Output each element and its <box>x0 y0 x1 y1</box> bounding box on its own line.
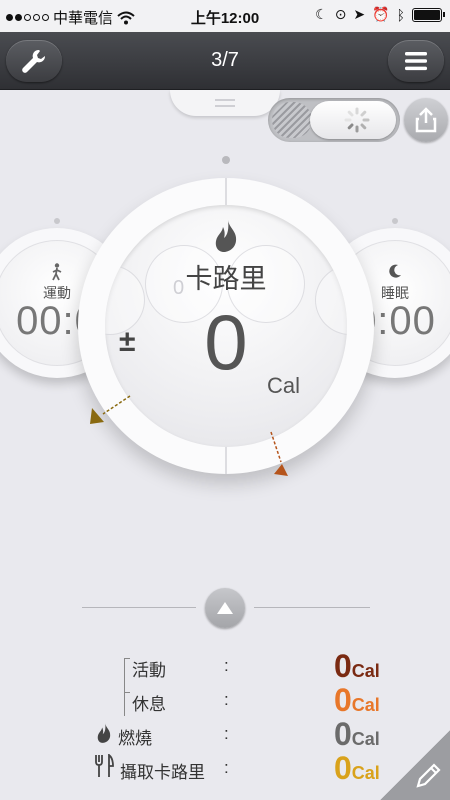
stat-colon: : <box>224 724 229 743</box>
divider-left <box>82 607 196 608</box>
stat-label: 活動 <box>132 661 166 680</box>
stat-row-rest: 休息 : 0Cal <box>0 682 450 719</box>
divider-right <box>254 607 370 608</box>
triangle-up-icon <box>217 602 233 614</box>
fork-knife-icon <box>95 754 114 777</box>
stat-unit: Cal <box>351 763 380 783</box>
flame-icon <box>97 723 111 743</box>
goal-marker-right[interactable] <box>270 431 288 476</box>
stat-number: 0 <box>334 648 352 684</box>
edit-button[interactable] <box>380 730 450 800</box>
stat-colon: : <box>224 758 229 777</box>
stat-number: 0 <box>334 750 352 786</box>
pencil-icon <box>416 763 441 788</box>
stat-label: 攝取卡路里 <box>120 763 205 782</box>
stat-value-rest: 0Cal <box>334 682 380 719</box>
stat-value-burned: 0Cal <box>334 716 380 753</box>
expand-up-button[interactable] <box>205 588 245 628</box>
stat-number: 0 <box>334 716 352 752</box>
stat-value-intake: 0Cal <box>334 750 380 787</box>
stat-colon: : <box>224 656 229 675</box>
stat-unit: Cal <box>351 661 380 681</box>
stat-row-activity: 活動 : 0Cal <box>0 648 450 685</box>
stat-unit: Cal <box>351 695 380 715</box>
stat-label: 休息 <box>132 695 166 714</box>
stat-unit: Cal <box>351 729 380 749</box>
goal-marker-left[interactable] <box>90 395 131 424</box>
stat-value-activity: 0Cal <box>334 648 380 685</box>
stat-colon: : <box>224 690 229 709</box>
stat-number: 0 <box>334 682 352 718</box>
stat-label: 燃燒 <box>118 729 152 748</box>
